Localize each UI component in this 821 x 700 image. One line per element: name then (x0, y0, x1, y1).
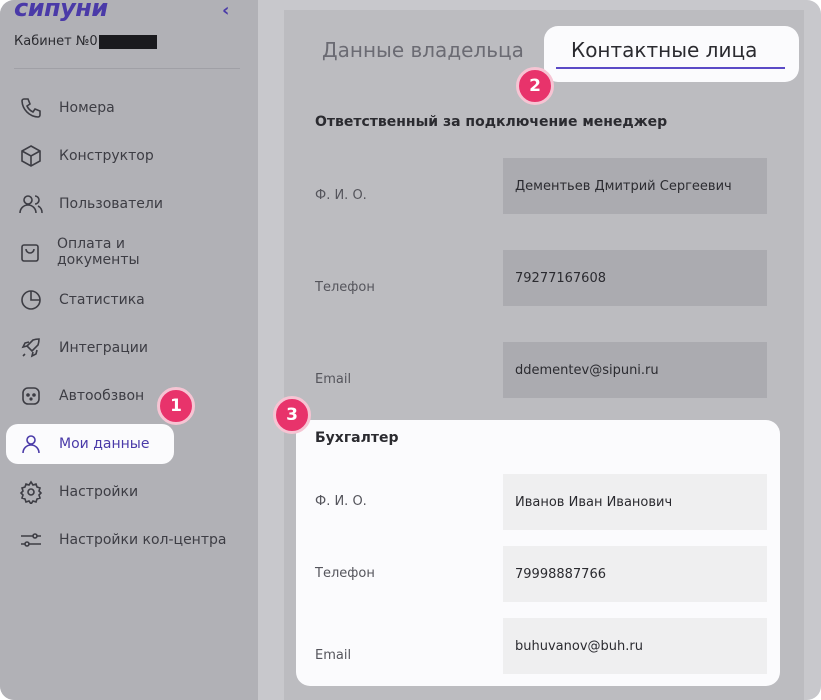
sidebar-item-constructor[interactable]: Конструктор (6, 136, 174, 176)
manager-fio-field[interactable]: Дементьев Дмитрий Сергеевич (503, 158, 767, 214)
accountant-fio-field[interactable]: Иванов Иван Иванович (503, 474, 767, 530)
phone-icon (18, 95, 44, 121)
sidebar-item-label: Конструктор (59, 148, 154, 164)
cabinet-number: Кабинет №0 (14, 34, 157, 49)
cube-icon (18, 143, 44, 169)
manager-phone-label: Телефон (315, 280, 375, 295)
sliders-icon (18, 527, 44, 553)
manager-email-label: Email (315, 372, 352, 387)
app-window: сипуни ‹ Кабинет №0 Номера Конструктор П… (0, 0, 821, 700)
pie-chart-icon (18, 287, 44, 313)
field-value: Дементьев Дмитрий Сергеевич (515, 178, 732, 194)
manager-email-field[interactable]: ddementev@sipuni.ru (503, 342, 767, 398)
rocket-icon (18, 335, 44, 361)
sidebar: сипуни ‹ Кабинет №0 Номера Конструктор П… (0, 0, 258, 700)
divider (14, 68, 240, 69)
sidebar-item-payments[interactable]: Оплата и документы (6, 232, 174, 272)
sidebar-item-label: Настройки кол-центра (59, 532, 227, 548)
sidebar-item-settings[interactable]: Настройки (6, 472, 174, 512)
sidebar-item-label: Номера (59, 100, 115, 116)
accountant-email-field[interactable]: buhuvanov@buh.ru (503, 618, 767, 674)
step-badge-1: 1 (157, 387, 195, 425)
accountant-email-label: Email (315, 648, 352, 663)
redacted-block (98, 34, 157, 49)
sidebar-item-label: Статистика (59, 292, 145, 308)
gear-icon (18, 479, 44, 505)
tab-label: Контактные лица (571, 38, 758, 62)
field-value: Иванов Иван Иванович (515, 494, 673, 510)
manager-section-title: Ответственный за подключение менеджер (315, 114, 668, 130)
accountant-phone-label: Телефон (315, 566, 375, 581)
field-value: 79277167608 (515, 270, 606, 286)
manager-phone-field[interactable]: 79277167608 (503, 250, 767, 306)
accountant-phone-field[interactable]: 79998887766 (503, 546, 767, 602)
sidebar-item-label: Настройки (59, 484, 139, 500)
sidebar-item-users[interactable]: Пользователи (6, 184, 174, 224)
sidebar-item-my-data[interactable]: Мои данные (6, 424, 174, 464)
sidebar-item-label: Оплата и документы (57, 236, 140, 268)
sidebar-item-integrations[interactable]: Интеграции (6, 328, 174, 368)
field-value: 79998887766 (515, 566, 606, 582)
tab-contact-persons[interactable]: Контактные лица (544, 26, 799, 82)
robot-icon (18, 383, 44, 409)
cabinet-label: Кабинет №0 (14, 34, 98, 49)
field-value: ddementev@sipuni.ru (515, 362, 659, 378)
logo: сипуни (14, 0, 108, 22)
sidebar-item-callcenter-settings[interactable]: Настройки кол-центра (6, 520, 246, 560)
sidebar-item-label: Мои данные (59, 436, 150, 452)
sidebar-item-label: Пользователи (59, 196, 163, 212)
sidebar-item-numbers[interactable]: Номера (6, 88, 174, 128)
sidebar-item-statistics[interactable]: Статистика (6, 280, 174, 320)
accountant-section-title: Бухгалтер (315, 430, 399, 446)
tab-owner-data[interactable]: Данные владельца (322, 38, 524, 62)
accountant-fio-label: Ф. И. О. (315, 494, 367, 509)
step-badge-3: 3 (273, 396, 311, 434)
sidebar-item-label: Интеграции (59, 340, 148, 356)
shopping-bag-icon (18, 239, 42, 265)
user-icon (18, 431, 44, 457)
sidebar-item-label: Автообзвон (59, 388, 145, 404)
manager-fio-label: Ф. И. О. (315, 188, 367, 203)
tab-underline (556, 67, 785, 69)
users-icon (18, 191, 44, 217)
field-value: buhuvanov@buh.ru (515, 638, 643, 654)
sidebar-item-autodial[interactable]: Автообзвон (6, 376, 174, 416)
chevron-left-icon[interactable]: ‹ (222, 0, 229, 21)
step-badge-2: 2 (516, 67, 554, 105)
